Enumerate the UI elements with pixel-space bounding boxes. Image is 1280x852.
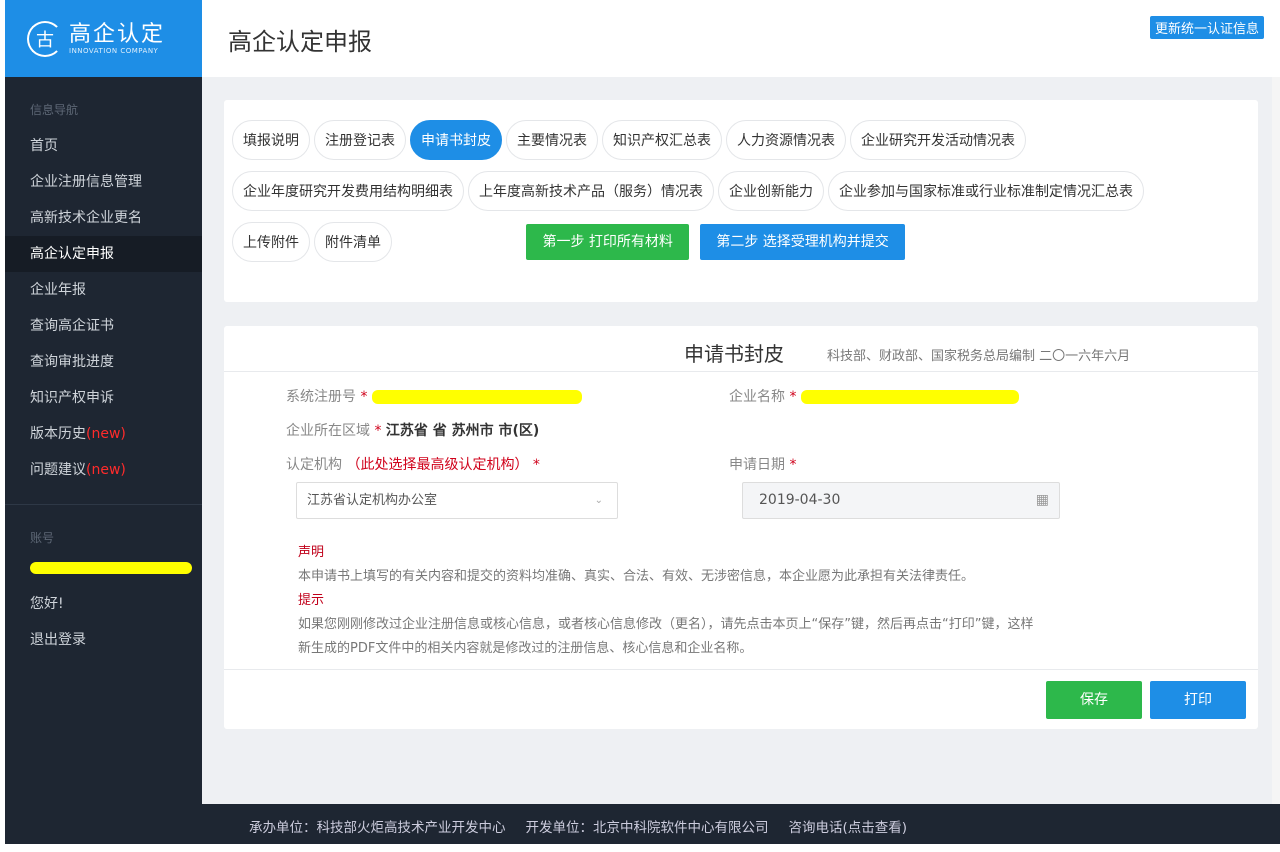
agency-select[interactable]: 江苏省认定机构办公室 ⌄ [296,482,618,519]
form-subtitle: 科技部、财政部、国家税务总局编制 二〇一六年六月 [827,345,1130,364]
label: 企业所在区域 [286,423,370,439]
tab-instructions[interactable]: 填报说明 [232,120,310,160]
save-button[interactable]: 保存 [1046,681,1142,719]
label: 系统注册号 [286,389,356,405]
agency-hint: （此处选择最高级认定机构） [346,457,528,473]
tip-title: 提示 [298,589,1033,613]
phone-link[interactable]: 咨询电话(点击查看) [789,820,908,836]
tab-rd-activities[interactable]: 企业研究开发活动情况表 [850,120,1026,160]
main-content: 填报说明注册登记表申请书封皮主要情况表知识产权汇总表人力资源情况表企业研究开发活… [202,77,1272,804]
statement-text: 本申请书上填写的有关内容和提交的资料均准确、真实、合法、有效、无涉密信息，本企业… [298,565,1033,589]
notice-block: 声明 本申请书上填写的有关内容和提交的资料均准确、真实、合法、有效、无涉密信息，… [298,541,1033,661]
new-badge: (new) [86,462,126,478]
sidebar-item-application[interactable]: 高企认定申报 [5,236,202,272]
label: 问题建议 [30,462,86,478]
print-button[interactable]: 打印 [1150,681,1246,719]
sidebar-item-progress[interactable]: 查询审批进度 [5,344,202,380]
step2-submit-button[interactable]: 第二步 选择受理机构并提交 [700,224,904,260]
date-label: 申请日期 * [729,454,796,474]
tab-innovation[interactable]: 企业创新能力 [718,171,824,211]
sidebar-item-certificate[interactable]: 查询高企证书 [5,308,202,344]
required-mark: * [789,457,796,473]
tab-registration-form[interactable]: 注册登记表 [314,120,406,160]
tab-hr[interactable]: 人力资源情况表 [726,120,846,160]
greeting: 您好! [5,586,202,622]
sidebar-item-annual-report[interactable]: 企业年报 [5,272,202,308]
redacted-value [801,390,1019,404]
scrollbar[interactable] [1272,77,1280,804]
logout-link[interactable]: 退出登录 [5,622,202,658]
footer: 承办单位：科技部火炬高技术产业开发中心 开发单位：北京中科院软件中心有限公司 咨询电… [202,804,1280,844]
tab-ip-summary[interactable]: 知识产权汇总表 [602,120,722,160]
tab-attachments[interactable]: 附件清单 [314,222,392,262]
tab-rd-costs[interactable]: 企业年度研究开发费用结构明细表 [232,171,464,211]
sidebar-item-home[interactable]: 首页 [5,128,202,164]
redacted-account [30,562,192,574]
tip-text-2: 新生成的PDF文件中的相关内容就是修改过的注册信息、核心信息和企业名称。 [298,637,1033,661]
new-badge: (new) [86,426,126,442]
form-footer [224,669,1258,670]
header: 高企认定申报 更新统一认证信息 [202,0,1280,77]
logo-subtitle: INNOVATION COMPANY [69,47,165,55]
update-auth-button[interactable]: 更新统一认证信息 [1150,16,1264,39]
tab-hightech-products[interactable]: 上年度高新技术产品（服务）情况表 [468,171,714,211]
date-value: 2019-04-30 [759,492,840,508]
reg-no-field: 系统注册号 * [286,386,582,406]
label: 企业名称 [729,389,785,405]
sidebar-item-feedback[interactable]: 问题建议(new) [5,452,202,488]
required-mark: * [360,389,367,405]
tip-text-1: 如果您刚刚修改过企业注册信息或核心信息，或者核心信息修改（更名），请先点击本页上… [298,613,1033,637]
form-title: 申请书封皮 [684,338,784,367]
sidebar-item-ip-appeal[interactable]: 知识产权申诉 [5,380,202,416]
logo[interactable]: 古 高企认定 INNOVATION COMPANY [5,0,202,77]
label: 申请日期 [729,457,785,473]
redacted-value [372,390,582,404]
sidebar-item-rename[interactable]: 高新技术企业更名 [5,200,202,236]
region-value: 江苏省 省 苏州市 市(区) [386,423,539,439]
tab-cover[interactable]: 申请书封皮 [410,120,502,160]
cover-form: 申请书封皮 科技部、财政部、国家税务总局编制 二〇一六年六月 系统注册号 * 企… [224,326,1258,729]
required-mark: * [374,423,381,439]
required-mark: * [789,389,796,405]
tab-main-info[interactable]: 主要情况表 [506,120,598,160]
required-mark: * [533,457,540,473]
tab-bar: 填报说明注册登记表申请书封皮主要情况表知识产权汇总表人力资源情况表企业研究开发活… [224,100,1258,302]
logo-icon: 古 [27,21,63,57]
sidebar: 古 高企认定 INNOVATION COMPANY 信息导航 首页 企业注册信息… [5,0,202,844]
company-name-field: 企业名称 * [729,386,1019,406]
step1-print-all-button[interactable]: 第一步 打印所有材料 [526,224,688,260]
sidebar-item-registration[interactable]: 企业注册信息管理 [5,164,202,200]
page-title: 高企认定申报 [228,22,372,57]
account-heading: 账号 [5,505,202,556]
sidebar-item-version-history[interactable]: 版本历史(new) [5,416,202,452]
host-org: 承办单位：科技部火炬高技术产业开发中心 [249,820,506,836]
nav-heading: 信息导航 [5,77,202,128]
region-field: 企业所在区域 * 江苏省 省 苏州市 市(区) [286,420,539,440]
tab-upload[interactable]: 上传附件 [232,222,310,262]
statement-title: 声明 [298,541,1033,565]
tab-standards[interactable]: 企业参加与国家标准或行业标准制定情况汇总表 [828,171,1144,211]
dev-org: 开发单位：北京中科院软件中心有限公司 [526,820,769,836]
chevron-down-icon: ⌄ [595,483,603,518]
calendar-icon[interactable]: ▦ [1036,483,1049,518]
logo-title: 高企认定 [69,23,165,47]
agency-value: 江苏省认定机构办公室 [307,493,437,508]
label: 认定机构 [286,457,342,473]
date-input[interactable]: 2019-04-30 ▦ [742,482,1060,519]
label: 版本历史 [30,426,86,442]
agency-label: 认定机构 （此处选择最高级认定机构） * [286,454,540,474]
